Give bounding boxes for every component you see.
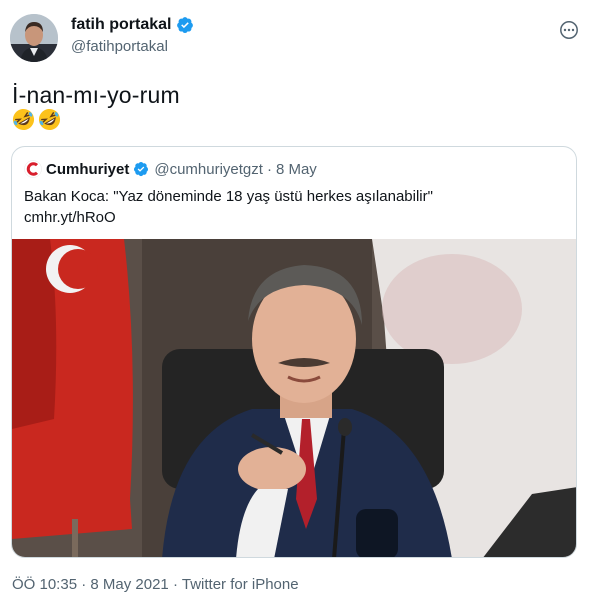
separator-dot: · (266, 160, 272, 178)
author-handle[interactable]: @fatihportakal (71, 38, 168, 55)
tweet-meta: ÖÖ 10:35 · 8 May 2021 · Twitter for iPho… (12, 576, 299, 593)
quoted-date[interactable]: 8 May (276, 161, 317, 178)
tweet-source[interactable]: Twitter for iPhone (182, 576, 299, 593)
author-avatar[interactable] (10, 14, 58, 62)
rolling-on-floor-laughing-icon (38, 108, 61, 131)
tweet-date[interactable]: 8 May 2021 (90, 576, 168, 593)
separator-dot: · (172, 576, 178, 593)
rolling-on-floor-laughing-icon (12, 108, 35, 131)
quoted-display-name[interactable]: Cumhuriyet (46, 161, 129, 178)
author-display-name[interactable]: fatih portakal (71, 16, 171, 34)
verified-badge-icon (177, 17, 194, 34)
tweet-emojis (12, 108, 61, 131)
quoted-text: Bakan Koca: "Yaz döneminde 18 yaş üstü h… (24, 188, 433, 205)
tweet-text: İ-nan-mı-yo-rum (12, 82, 180, 108)
quoted-tweet-photo[interactable] (12, 239, 577, 558)
more-options-icon[interactable] (559, 20, 579, 40)
verified-badge-icon (134, 162, 149, 177)
quoted-handle[interactable]: @cumhuriyetgzt (154, 161, 263, 178)
quoted-tweet-card[interactable]: Cumhuriyet @cumhuriyetgzt · 8 May Bakan … (11, 146, 577, 558)
quoted-link[interactable]: cmhr.yt/hRoO (24, 208, 116, 227)
tweet-time[interactable]: ÖÖ 10:35 (12, 576, 77, 593)
cumhuriyet-logo-icon (24, 160, 42, 178)
separator-dot: · (81, 576, 87, 593)
